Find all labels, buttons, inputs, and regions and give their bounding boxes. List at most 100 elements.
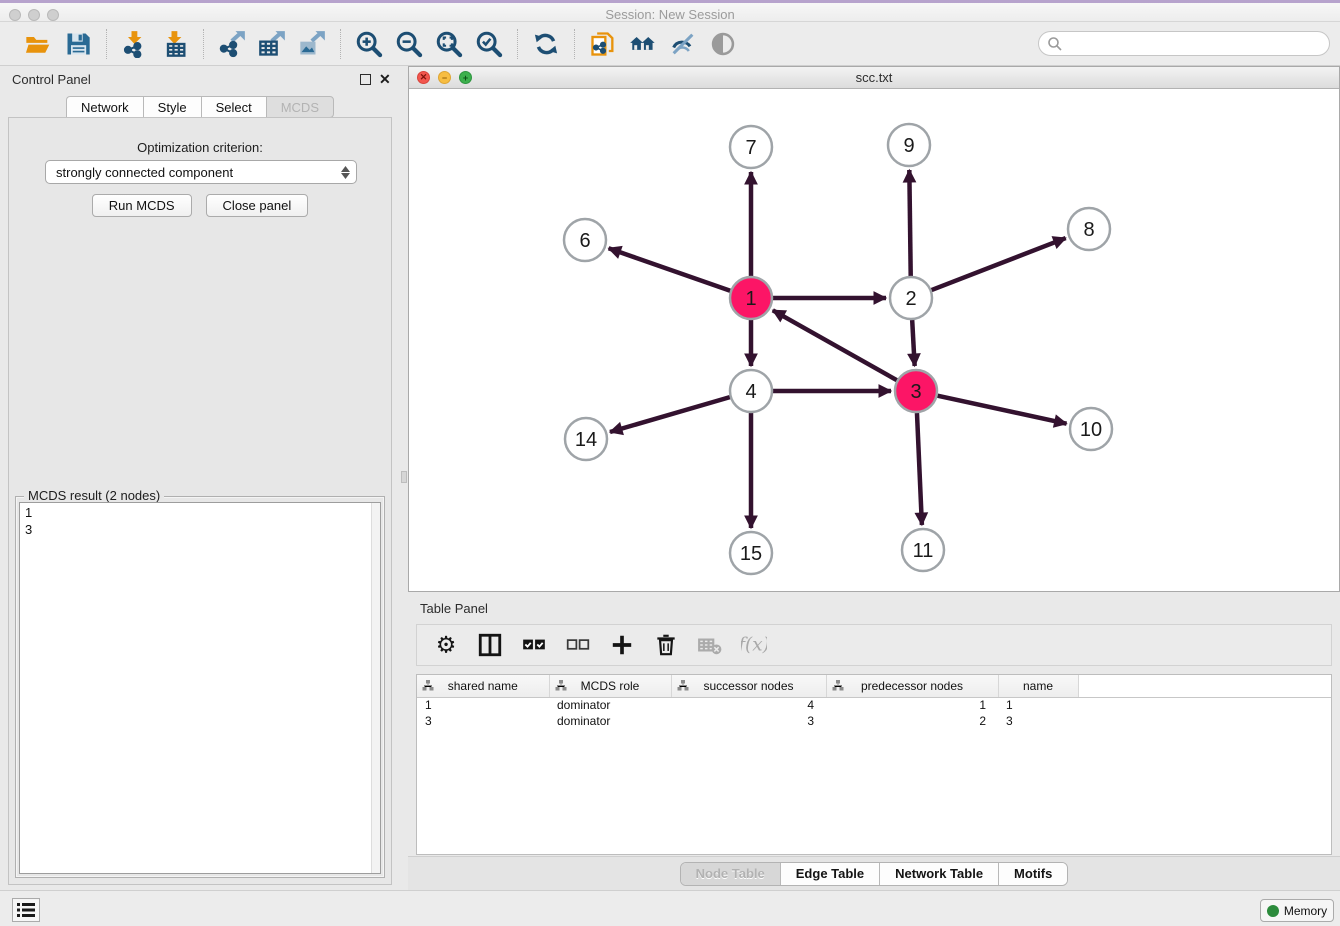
save-session-icon: [64, 30, 92, 58]
table-cell[interactable]: 1: [826, 697, 998, 713]
table-cell[interactable]: 1: [998, 697, 1078, 713]
zoom-selected-icon: [475, 30, 503, 58]
graph-node-10[interactable]: 10: [1070, 408, 1112, 450]
table-toolbar: ⚙ f(x): [416, 624, 1332, 666]
apply-layout-button[interactable]: [530, 28, 562, 60]
graph-node-7[interactable]: 7: [730, 126, 772, 168]
graph-node-4[interactable]: 4: [730, 370, 772, 412]
zoom-out-button[interactable]: [393, 28, 425, 60]
graph-edge-4-14[interactable]: [610, 397, 730, 432]
column-pane-button[interactable]: [475, 630, 505, 660]
column-header-successor-nodes[interactable]: successor nodes: [671, 675, 826, 697]
memory-button[interactable]: Memory: [1260, 899, 1334, 922]
overview-eye-icon: [709, 30, 737, 58]
column-header-predecessor-nodes[interactable]: predecessor nodes: [826, 675, 998, 697]
graph-node-14[interactable]: 14: [565, 418, 607, 460]
node-table: shared nameMCDS rolesuccessor nodesprede…: [416, 674, 1332, 855]
select-all-button[interactable]: [519, 630, 549, 660]
table-settings-icon: ⚙: [433, 632, 459, 658]
table-settings-button[interactable]: ⚙: [431, 630, 461, 660]
overview-eye-button[interactable]: [707, 28, 739, 60]
table-cell[interactable]: 1: [417, 697, 549, 713]
add-row-button[interactable]: [607, 630, 637, 660]
search-input[interactable]: [1067, 36, 1321, 51]
panel-divider[interactable]: [400, 66, 408, 890]
graph-edge-2-3[interactable]: [912, 320, 914, 366]
graph-node-1[interactable]: 1: [730, 277, 772, 319]
column-header-MCDS-role[interactable]: MCDS role: [549, 675, 671, 697]
table-cell[interactable]: 4: [671, 697, 826, 713]
table-cell[interactable]: 3: [998, 713, 1078, 729]
run-mcds-button[interactable]: Run MCDS: [92, 194, 192, 217]
graph-edge-3-11[interactable]: [917, 413, 922, 525]
unselect-all-button[interactable]: [563, 630, 593, 660]
column-header-name[interactable]: name: [998, 675, 1078, 697]
graph-edge-1-6[interactable]: [609, 248, 731, 290]
mcds-result-textarea[interactable]: 1 3: [19, 502, 381, 874]
network-canvas[interactable]: 1 2 3 4 6 7 8 9 10 11 14 15: [409, 89, 1339, 591]
open-session-button[interactable]: [22, 28, 54, 60]
graphics-details-button[interactable]: [667, 28, 699, 60]
search-box[interactable]: [1038, 31, 1330, 56]
graph-node-6[interactable]: 6: [564, 219, 606, 261]
close-panel-icon[interactable]: ✕: [379, 74, 391, 85]
tab-node-table[interactable]: Node Table: [681, 863, 781, 885]
graph-node-3[interactable]: 3: [895, 370, 937, 412]
mcds-result-scrollbar[interactable]: [371, 503, 380, 873]
criterion-select[interactable]: strongly connected component: [45, 160, 357, 184]
import-table-button[interactable]: [159, 28, 191, 60]
tree-sort-icon: [422, 680, 434, 691]
graph-node-11[interactable]: 11: [902, 529, 944, 571]
delete-table-button[interactable]: [695, 630, 725, 660]
network-window-title: scc.txt: [409, 70, 1339, 85]
toolbar-group: [518, 28, 574, 60]
close-panel-button[interactable]: Close panel: [206, 194, 309, 217]
export-network-icon: [218, 30, 246, 58]
tab-network-table[interactable]: Network Table: [880, 863, 999, 885]
apply-layout-icon: [532, 30, 560, 58]
graph-edge-2-9[interactable]: [909, 170, 910, 276]
home-button[interactable]: [627, 28, 659, 60]
graph-node-9[interactable]: 9: [888, 124, 930, 166]
export-image-icon: [298, 30, 326, 58]
status-list-button[interactable]: [12, 898, 40, 922]
import-network-icon: [121, 30, 149, 58]
tab-mcds[interactable]: MCDS: [266, 96, 334, 118]
zoom-fit-icon: [435, 30, 463, 58]
zoom-fit-button[interactable]: [433, 28, 465, 60]
graph-node-15[interactable]: 15: [730, 532, 772, 574]
table-cell[interactable]: dominator: [549, 713, 671, 729]
tab-style[interactable]: Style: [143, 96, 201, 118]
float-panel-icon[interactable]: [360, 74, 371, 85]
tab-edge-table[interactable]: Edge Table: [781, 863, 880, 885]
panel-divider-handle[interactable]: [401, 471, 407, 483]
graph-node-8[interactable]: 8: [1068, 208, 1110, 250]
table-cell[interactable]: dominator: [549, 697, 671, 713]
import-network-button[interactable]: [119, 28, 151, 60]
export-network-button[interactable]: [216, 28, 248, 60]
export-table-button[interactable]: [256, 28, 288, 60]
delete-row-button[interactable]: [651, 630, 681, 660]
zoom-in-button[interactable]: [353, 28, 385, 60]
column-header-shared-name[interactable]: shared name: [417, 675, 549, 697]
export-image-button[interactable]: [296, 28, 328, 60]
table-cell[interactable]: 3: [671, 713, 826, 729]
function-builder-button[interactable]: f(x): [739, 630, 769, 660]
tab-network[interactable]: Network: [66, 96, 143, 118]
clone-network-button[interactable]: [587, 28, 619, 60]
graph-edge-3-10[interactable]: [937, 396, 1066, 424]
graph-edge-2-8[interactable]: [932, 238, 1066, 290]
open-session-icon: [24, 30, 52, 58]
zoom-selected-button[interactable]: [473, 28, 505, 60]
select-all-icon: [521, 632, 547, 658]
graph-node-label: 1: [745, 288, 756, 310]
tab-select[interactable]: Select: [201, 96, 266, 118]
table-row[interactable]: 3dominator323: [417, 713, 1332, 729]
graph-edge-3-1[interactable]: [773, 310, 897, 380]
table-cell[interactable]: 2: [826, 713, 998, 729]
table-row[interactable]: 1dominator411: [417, 697, 1332, 713]
save-session-button[interactable]: [62, 28, 94, 60]
table-cell[interactable]: 3: [417, 713, 549, 729]
graph-node-2[interactable]: 2: [890, 277, 932, 319]
tab-motifs[interactable]: Motifs: [999, 863, 1067, 885]
